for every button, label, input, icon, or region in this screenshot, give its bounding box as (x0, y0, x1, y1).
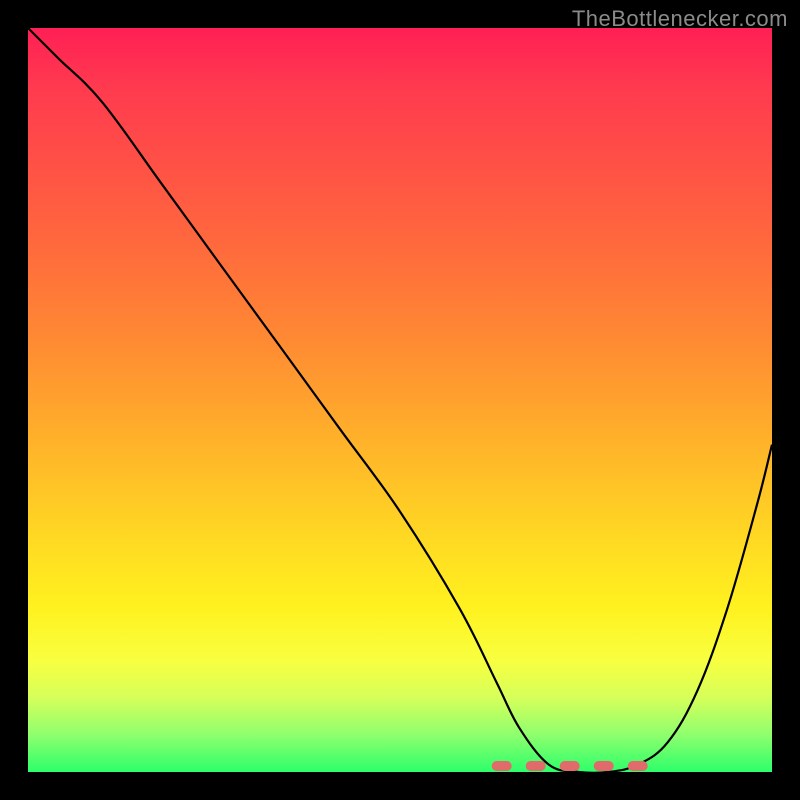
attribution-text: TheBottlenecker.com (572, 6, 788, 32)
bottleneck-curve (28, 28, 772, 772)
chart-container: TheBottlenecker.com (0, 0, 800, 800)
curve-layer (28, 28, 772, 772)
plot-area (28, 28, 772, 772)
